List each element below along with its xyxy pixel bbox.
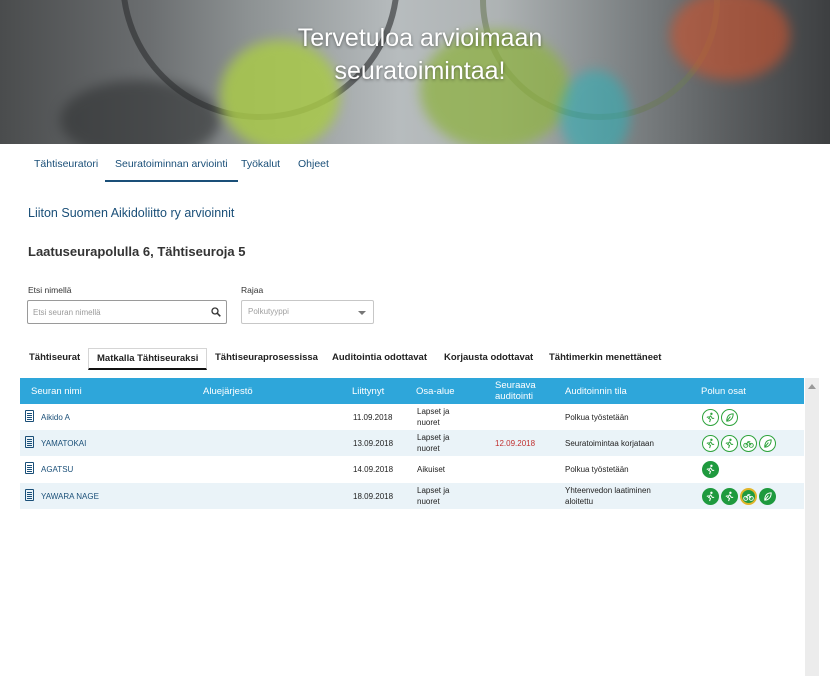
running-figure-icon — [706, 438, 715, 449]
document-icon[interactable] — [25, 462, 34, 474]
area-line: Lapset ja — [417, 433, 450, 442]
table-row[interactable]: Aikido A 11.09.2018 Lapset ja nuoret Pol… — [20, 404, 804, 430]
column-header-next-audit-line: auditointi — [495, 391, 534, 402]
joined-date: 13.09.2018 — [353, 439, 394, 448]
table-header: Seuran nimi Aluejärjestö Liittynyt Osa-a… — [20, 378, 804, 404]
area-cell: Lapset ja nuoret — [417, 406, 449, 428]
audit-status: Seuratoimintaa korjataan — [565, 439, 654, 448]
path-part-badge-highlighted[interactable] — [740, 488, 757, 505]
area-line: nuoret — [417, 418, 440, 427]
column-header-status[interactable]: Auditoinnin tila — [565, 386, 627, 397]
tab-matkalla-tahtiseuraksi[interactable]: Matkalla Tähtiseuraksi — [88, 348, 208, 370]
joined-date: 14.09.2018 — [353, 465, 394, 474]
bicycle-icon — [743, 440, 754, 448]
hero-title-line: seuratoimintaa! — [334, 57, 506, 85]
table-row[interactable]: AGATSU 14.09.2018 Aikuiset Polkua työste… — [20, 456, 804, 482]
chevron-down-icon — [358, 311, 366, 315]
path-part-badge-outline[interactable] — [740, 435, 757, 452]
summary-heading: Laatuseurapolulla 6, Tähtiseuroja 5 — [28, 244, 246, 259]
document-icon[interactable] — [25, 410, 34, 422]
tab-tahtimerkin-menettaneet[interactable]: Tähtimerkin menettäneet — [549, 352, 661, 363]
hero-title-line: Tervetuloa arvioimaan — [297, 24, 543, 52]
next-audit-date: 12.09.2018 — [495, 439, 536, 448]
running-figure-icon — [706, 412, 715, 423]
org-title: Liiton Suomen Aikidoliitto ry arvioinnit — [28, 206, 235, 220]
column-header-name[interactable]: Seuran nimi — [31, 386, 82, 397]
main-navigation: Tähtiseuratori Seuratoiminnan arviointi … — [0, 144, 830, 184]
area-cell: Lapset ja nuoret — [417, 432, 449, 454]
scroll-up-arrow-icon[interactable] — [808, 384, 816, 389]
document-icon[interactable] — [25, 489, 34, 501]
path-badges — [702, 488, 776, 505]
path-part-badge-outline[interactable] — [721, 435, 738, 452]
joined-date: 11.09.2018 — [353, 413, 393, 422]
document-icon[interactable] — [25, 436, 34, 448]
filter-label: Rajaa — [241, 285, 264, 295]
area-cell: Aikuiset — [417, 465, 446, 474]
tab-tahtiseuraprosessissa[interactable]: Tähtiseuraprosessissa — [215, 352, 318, 363]
nav-item-tyokalut[interactable]: Työkalut — [241, 158, 280, 170]
tab-auditointia-odottavat[interactable]: Auditointia odottavat — [332, 352, 427, 363]
column-header-district[interactable]: Aluejärjestö — [203, 386, 253, 397]
path-badges — [702, 409, 738, 426]
audit-status: Yhteenvedon laatiminen aloitettu — [565, 485, 651, 507]
path-part-badge-filled[interactable] — [702, 488, 719, 505]
area-line: nuoret — [417, 444, 440, 453]
path-badges — [702, 435, 776, 452]
table-row[interactable]: YAWARA NAGE 18.09.2018 Lapset ja nuoret … — [20, 483, 804, 509]
table-row[interactable]: YAMATOKAI 13.09.2018 Lapset ja nuoret 12… — [20, 430, 804, 456]
column-header-parts[interactable]: Polun osat — [701, 386, 746, 397]
running-figure-icon — [725, 491, 734, 502]
search-icon[interactable] — [211, 307, 221, 317]
running-figure-icon — [706, 464, 715, 475]
area-line: Lapset ja — [417, 407, 450, 416]
leaf-icon — [764, 439, 772, 448]
audit-status: Polkua työstetään — [565, 413, 629, 422]
audit-status-line: aloitettu — [565, 497, 594, 506]
path-type-select[interactable]: Polkutyyppi — [241, 300, 374, 324]
club-name-link[interactable]: AGATSU — [41, 464, 73, 475]
hero-title: Tervetuloa arvioimaan seuratoimintaa! — [240, 22, 600, 88]
running-figure-icon — [725, 438, 734, 449]
path-part-badge-filled[interactable] — [759, 488, 776, 505]
tab-korjausta-odottavat[interactable]: Korjausta odottavat — [444, 352, 533, 363]
path-part-badge-outline[interactable] — [702, 435, 719, 452]
path-part-badge-filled[interactable] — [721, 488, 738, 505]
vertical-scrollbar[interactable] — [805, 378, 819, 676]
search-input[interactable] — [28, 301, 198, 323]
hero-banner: Tervetuloa arvioimaan seuratoimintaa! — [0, 0, 830, 144]
status-tabs: Tähtiseurat Matkalla Tähtiseuraksi Tähti… — [20, 348, 804, 370]
search-label: Etsi nimellä — [28, 285, 72, 295]
column-header-joined[interactable]: Liittynyt — [352, 386, 384, 397]
path-part-badge-outline[interactable] — [721, 409, 738, 426]
leaf-icon — [764, 492, 772, 501]
column-header-next-audit-line: Seuraava — [495, 380, 536, 391]
column-header-next-audit[interactable]: Seuraava auditointi — [495, 380, 536, 402]
area-line: Lapset ja — [417, 486, 450, 495]
nav-item-tahtiseuratori[interactable]: Tähtiseuratori — [34, 158, 98, 170]
nav-item-seuratoiminnan-arviointi[interactable]: Seuratoiminnan arviointi — [105, 158, 238, 182]
running-figure-icon — [706, 491, 715, 502]
search-box — [27, 300, 227, 324]
area-cell: Lapset ja nuoret — [417, 485, 449, 507]
club-name-link[interactable]: YAMATOKAI — [41, 438, 86, 449]
leaf-icon — [726, 413, 734, 422]
path-type-placeholder: Polkutyyppi — [248, 307, 289, 316]
tab-tahtiseurat[interactable]: Tähtiseurat — [29, 352, 80, 363]
club-name-link[interactable]: YAWARA NAGE — [41, 491, 99, 502]
path-part-badge-filled[interactable] — [702, 461, 719, 478]
area-line: nuoret — [417, 497, 440, 506]
column-header-area[interactable]: Osa-alue — [416, 386, 455, 397]
joined-date: 18.09.2018 — [353, 492, 394, 501]
audit-status: Polkua työstetään — [565, 465, 629, 474]
bicycle-icon — [743, 493, 754, 501]
nav-item-ohjeet[interactable]: Ohjeet — [298, 158, 329, 170]
path-part-badge-outline[interactable] — [759, 435, 776, 452]
audit-status-line: Yhteenvedon laatiminen — [565, 486, 651, 495]
path-part-badge-outline[interactable] — [702, 409, 719, 426]
path-badges — [702, 461, 719, 478]
club-name-link[interactable]: Aikido A — [41, 412, 70, 423]
